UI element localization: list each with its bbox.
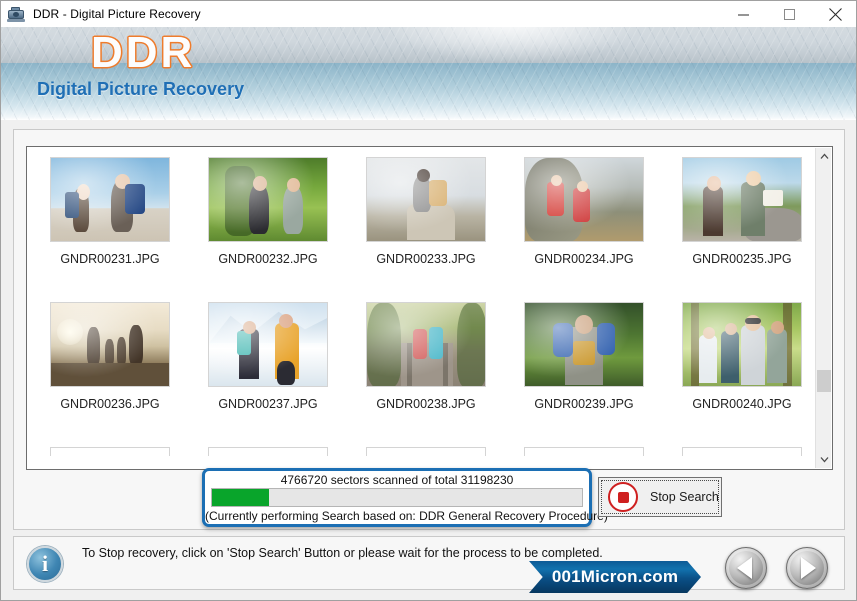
thumbnail-label: GNDR00236.JPG	[60, 397, 160, 411]
list-item[interactable]: GNDR00234.JPG	[509, 157, 659, 302]
list-item[interactable]	[667, 447, 817, 469]
thumbnail-image[interactable]	[208, 157, 328, 242]
window-controls	[720, 1, 856, 27]
progress-bar-fill	[212, 489, 269, 506]
thumbnail-image[interactable]	[682, 302, 802, 387]
thumbnail-image[interactable]	[524, 302, 644, 387]
list-item[interactable]: GNDR00235.JPG	[667, 157, 817, 302]
thumbnail-list[interactable]: GNDR00231.JPG GNDR00232.JPG GNDR00233.JP…	[26, 146, 833, 470]
list-item[interactable]: GNDR00232.JPG	[193, 157, 343, 302]
scanner-camera-icon	[7, 5, 25, 23]
banner-subtitle: Digital Picture Recovery	[37, 79, 245, 99]
app-window: DDR - Digital Picture Recovery DDR Digit…	[0, 0, 857, 601]
thumbnail-image[interactable]	[524, 157, 644, 242]
thumbnail-image[interactable]	[50, 302, 170, 387]
thumbnail-label: GNDR00233.JPG	[376, 252, 476, 266]
status-message: To Stop recovery, click on 'Stop Search'…	[82, 546, 603, 560]
titlebar: DDR - Digital Picture Recovery	[1, 1, 856, 27]
thumbnail-label: GNDR00240.JPG	[692, 397, 792, 411]
list-item[interactable]	[509, 447, 659, 469]
thumbnail-label: GNDR00234.JPG	[534, 252, 634, 266]
stop-search-button[interactable]: Stop Search	[598, 477, 722, 517]
thumbnail-image[interactable]	[682, 157, 802, 242]
ddr-logo: DDR	[91, 28, 196, 77]
thumbnail-label: GNDR00237.JPG	[218, 397, 318, 411]
thumbnail-row: GNDR00236.JPG GNDR00237.JPG GNDR00238.JP…	[27, 302, 817, 447]
thumbnail-image[interactable]	[366, 157, 486, 242]
scan-progress-panel: 4766720 sectors scanned of total 3119823…	[202, 468, 608, 527]
app-banner: DDR Digital Picture Recovery	[1, 27, 856, 120]
window-title: DDR - Digital Picture Recovery	[33, 7, 201, 21]
progress-bar	[211, 488, 583, 507]
chevron-up-icon[interactable]	[816, 148, 832, 165]
thumbnail-label: GNDR00235.JPG	[692, 252, 792, 266]
list-item[interactable]: GNDR00236.JPG	[35, 302, 185, 447]
minimize-button[interactable]	[720, 1, 766, 27]
previous-button[interactable]	[725, 547, 767, 589]
progress-caption: 4766720 sectors scanned of total 3119823…	[280, 473, 514, 487]
stop-circle-icon	[608, 482, 638, 512]
scrollbar-thumb[interactable]	[817, 370, 831, 392]
close-button[interactable]	[812, 1, 856, 27]
thumbnail-label: GNDR00238.JPG	[376, 397, 476, 411]
list-item[interactable]: GNDR00238.JPG	[351, 302, 501, 447]
thumbnail-label: GNDR00232.JPG	[218, 252, 318, 266]
thumbnail-image[interactable]	[682, 447, 802, 456]
thumbnail-label: GNDR00231.JPG	[60, 252, 160, 266]
thumbnail-row: GNDR00231.JPG GNDR00232.JPG GNDR00233.JP…	[27, 157, 817, 302]
maximize-button[interactable]	[766, 1, 812, 27]
list-item[interactable]: GNDR00233.JPG	[351, 157, 501, 302]
thumbnail-image[interactable]	[366, 447, 486, 456]
thumbnail-label: GNDR00239.JPG	[534, 397, 634, 411]
thumbnail-grid: GNDR00231.JPG GNDR00232.JPG GNDR00233.JP…	[27, 147, 817, 469]
thumbnail-image[interactable]	[208, 302, 328, 387]
list-item[interactable]	[193, 447, 343, 469]
list-item[interactable]: GNDR00231.JPG	[35, 157, 185, 302]
vertical-scrollbar[interactable]	[815, 148, 831, 468]
thumbnail-image[interactable]	[50, 157, 170, 242]
next-button[interactable]	[786, 547, 828, 589]
info-icon: i	[27, 546, 63, 582]
list-item[interactable]: GNDR00237.JPG	[193, 302, 343, 447]
brand-ribbon: 001Micron.com	[529, 561, 701, 593]
status-bar: i To Stop recovery, click on 'Stop Searc…	[13, 536, 845, 590]
triangle-right-icon	[801, 557, 816, 579]
list-item[interactable]: GNDR00239.JPG	[509, 302, 659, 447]
stop-search-label: Stop Search	[650, 490, 719, 504]
thumbnail-image[interactable]	[524, 447, 644, 456]
triangle-left-icon	[737, 557, 752, 579]
thumbnail-image[interactable]	[50, 447, 170, 456]
list-item[interactable]: GNDR00240.JPG	[667, 302, 817, 447]
chevron-down-icon[interactable]	[816, 451, 832, 468]
thumbnail-image[interactable]	[208, 447, 328, 456]
list-item[interactable]	[35, 447, 185, 469]
list-item[interactable]	[351, 447, 501, 469]
progress-note: (Currently performing Search based on: D…	[205, 509, 608, 523]
thumbnail-row-partial	[27, 447, 817, 469]
thumbnail-image[interactable]	[366, 302, 486, 387]
